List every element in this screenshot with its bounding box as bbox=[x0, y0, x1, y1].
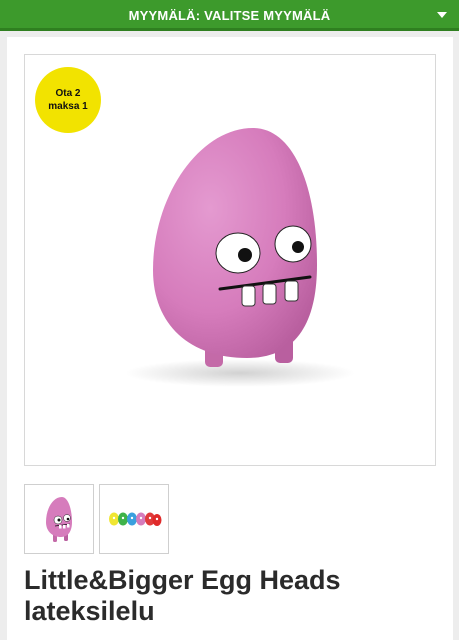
promo-badge: Ota 2 maksa 1 bbox=[35, 67, 101, 133]
store-selector-label[interactable]: MYYMÄLÄ: VALITSE MYYMÄLÄ bbox=[0, 8, 459, 23]
thumbnail-egg-heads-set[interactable] bbox=[99, 484, 169, 554]
product-main-image[interactable]: Ota 2 maksa 1 bbox=[24, 54, 436, 466]
egg-heads-set-thumb-image bbox=[109, 512, 162, 526]
chevron-down-icon[interactable] bbox=[437, 12, 447, 18]
egg-head-thumb-image bbox=[46, 497, 72, 542]
product-page: Ota 2 maksa 1 Little&Bigger Egg Heads la… bbox=[7, 37, 453, 640]
thumbnail-pink-egg-head[interactable] bbox=[24, 484, 94, 554]
store-selector-bar[interactable]: MYYMÄLÄ: VALITSE MYYMÄLÄ bbox=[0, 0, 459, 31]
product-title: Little&Bigger Egg Heads lateksilelu bbox=[24, 565, 341, 626]
